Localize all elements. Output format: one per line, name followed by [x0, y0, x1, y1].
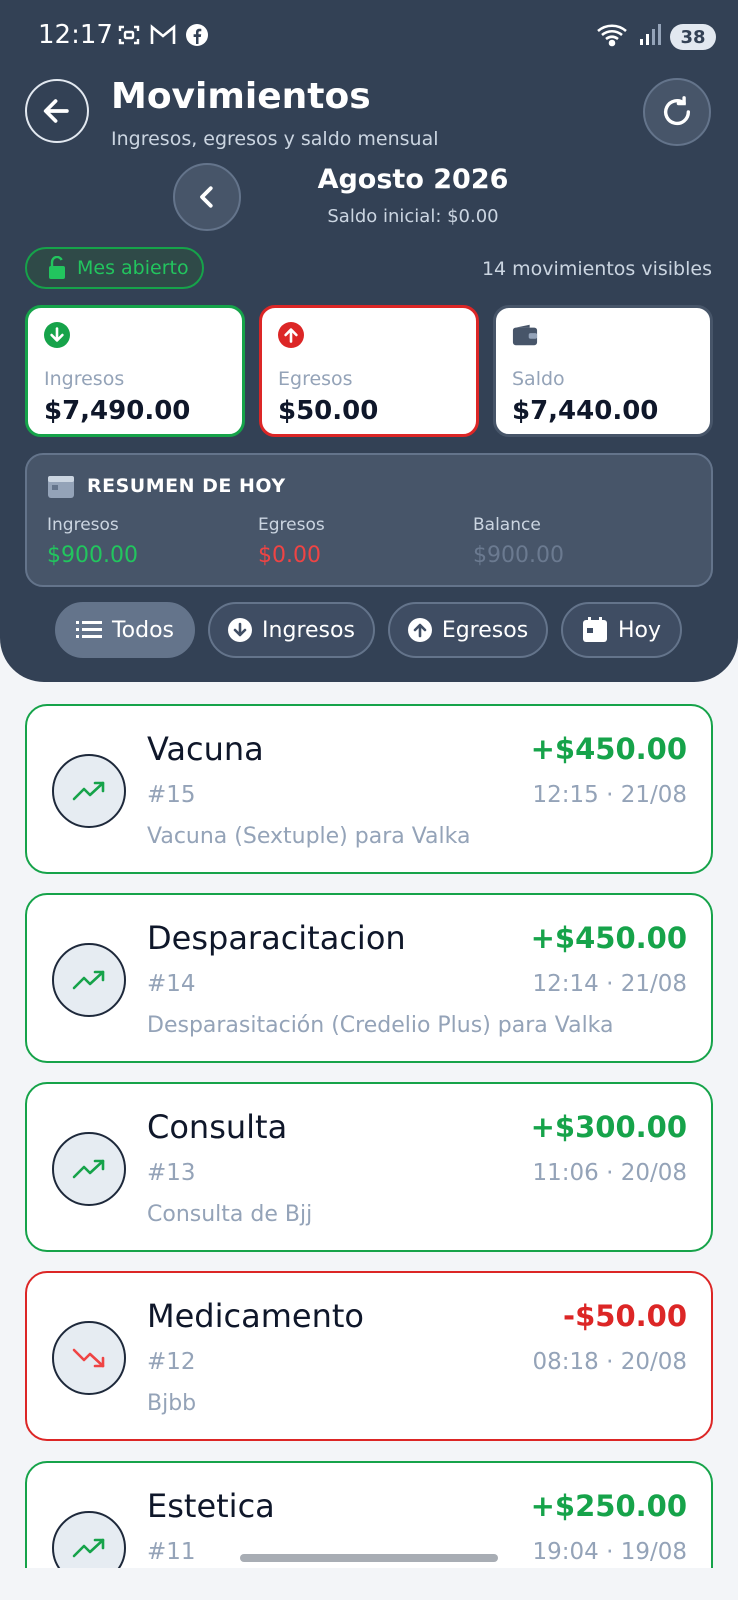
- trend-down-icon: [52, 1321, 126, 1395]
- arrow-up-circle-icon: [278, 322, 304, 348]
- movement-number: #14: [147, 971, 196, 997]
- movement-description: Desparasitación (Credelio Plus) para Val…: [147, 1013, 614, 1038]
- filter-todos-label: Todos: [111, 617, 175, 643]
- facebook-icon: [184, 22, 210, 48]
- egresos-card: Egresos $50.00: [259, 305, 479, 437]
- status-bar: 12:17 38: [0, 0, 738, 74]
- today-title: RESUMEN DE HOY: [87, 475, 286, 497]
- header: 12:17 38 Movimientos Ingresos, egresos y: [0, 0, 738, 682]
- calendar-icon: [582, 617, 607, 642]
- movement-number: #13: [147, 1160, 196, 1186]
- movement-description: Bjbb: [147, 1391, 197, 1416]
- movement-amount: +$300.00: [530, 1110, 687, 1144]
- home-gesture-handle[interactable]: [240, 1554, 498, 1562]
- movement-amount: +$250.00: [530, 1489, 687, 1523]
- filter-ingresos-label: Ingresos: [262, 617, 355, 643]
- today-egresos-label: Egresos: [258, 515, 325, 535]
- movement-description: Vacuna (Sextuple) para Valka: [147, 824, 471, 849]
- today-egresos-value: $0.00: [258, 543, 321, 568]
- month-status-label: Mes abierto: [77, 257, 189, 279]
- egresos-value: $50.00: [278, 396, 379, 426]
- filter-todos[interactable]: Todos: [55, 602, 195, 658]
- arrow-down-circle-icon: [228, 618, 253, 642]
- movement-time: 19:04 · 19/08: [532, 1539, 688, 1565]
- unlock-icon: [49, 256, 65, 279]
- egresos-label: Egresos: [278, 368, 353, 390]
- movement-description: Consulta de Bjj: [147, 1202, 313, 1227]
- battery-indicator: 38: [670, 24, 716, 50]
- gmail-icon: [150, 22, 176, 48]
- month-status-badge: Mes abierto: [25, 247, 204, 289]
- visible-count: 14 movimientos visibles: [481, 258, 712, 280]
- saldo-value: $7,440.00: [512, 396, 659, 426]
- saldo-label: Saldo: [512, 368, 565, 390]
- movement-name: Vacuna: [147, 730, 264, 768]
- movement-name: Estetica: [147, 1487, 275, 1525]
- today-ingresos-value: $900.00: [47, 543, 138, 568]
- movement-item[interactable]: Medicamento -$50.00 #12 08:18 · 20/08 Bj…: [25, 1271, 713, 1441]
- notification-icons: [116, 22, 210, 48]
- arrow-up-circle-icon: [407, 618, 432, 642]
- month-label: Agosto 2026: [317, 164, 509, 195]
- movement-time: 08:18 · 20/08: [532, 1349, 688, 1375]
- ingresos-value: $7,490.00: [44, 396, 191, 426]
- movement-time: 12:15 · 21/08: [532, 782, 688, 808]
- movement-time: 11:06 · 20/08: [532, 1160, 688, 1186]
- today-balance-label: Balance: [473, 515, 541, 535]
- movement-number: #15: [147, 782, 196, 808]
- filter-hoy-label: Hoy: [617, 617, 662, 643]
- trend-up-icon: [52, 943, 126, 1017]
- filter-egresos-label: Egresos: [441, 617, 529, 643]
- page-title: Movimientos: [111, 76, 371, 117]
- today-ingresos-label: Ingresos: [47, 515, 119, 535]
- today-balance: Balance $900.00: [473, 515, 564, 568]
- ingresos-label: Ingresos: [44, 368, 125, 390]
- trend-up-icon: [52, 754, 126, 828]
- movement-name: Medicamento: [147, 1297, 364, 1335]
- movement-amount: +$450.00: [530, 732, 687, 766]
- status-time: 12:17: [38, 20, 113, 50]
- movement-name: Consulta: [147, 1108, 288, 1146]
- system-icons: 38: [596, 22, 716, 52]
- movement-amount: -$50.00: [563, 1299, 687, 1333]
- filter-egresos[interactable]: Egresos: [388, 602, 548, 658]
- filter-hoy[interactable]: Hoy: [561, 602, 682, 658]
- today-summary: RESUMEN DE HOY Ingresos $900.00 Egresos …: [25, 453, 713, 587]
- wallet-icon: [512, 324, 538, 346]
- movement-number: #12: [147, 1349, 196, 1375]
- today-balance-value: $900.00: [473, 543, 564, 568]
- filter-bar: Todos Ingresos Egresos Hoy: [0, 602, 738, 658]
- back-button[interactable]: [25, 79, 89, 143]
- movement-item[interactable]: Desparacitacion +$450.00 #14 12:14 · 21/…: [25, 893, 713, 1063]
- today-header: RESUMEN DE HOY: [47, 473, 286, 499]
- page-subtitle: Ingresos, egresos y saldo mensual: [111, 128, 439, 150]
- movement-amount: +$450.00: [530, 921, 687, 955]
- movement-item[interactable]: Consulta +$300.00 #13 11:06 · 20/08 Cons…: [25, 1082, 713, 1252]
- filter-ingresos[interactable]: Ingresos: [208, 602, 375, 658]
- movement-time: 12:14 · 21/08: [532, 971, 688, 997]
- trend-up-icon: [52, 1132, 126, 1206]
- movement-number: #11: [147, 1539, 196, 1565]
- refresh-button[interactable]: [643, 78, 711, 146]
- movement-item[interactable]: Vacuna +$450.00 #15 12:15 · 21/08 Vacuna…: [25, 704, 713, 874]
- today-egresos: Egresos $0.00: [258, 515, 325, 568]
- wifi-icon: [596, 22, 630, 52]
- calendar-icon: [48, 476, 74, 498]
- arrow-left-icon: [43, 99, 69, 123]
- arrow-down-circle-icon: [44, 322, 70, 348]
- screenshot-icon: [116, 22, 142, 48]
- saldo-inicial: Saldo inicial: $0.00: [327, 206, 499, 227]
- system-nav-bar: [0, 1568, 738, 1600]
- list-icon: [75, 621, 102, 638]
- signal-icon: [638, 23, 662, 51]
- ingresos-card: Ingresos $7,490.00: [25, 305, 245, 437]
- movement-name: Desparacitacion: [147, 919, 406, 957]
- today-ingresos: Ingresos $900.00: [47, 515, 138, 568]
- saldo-card: Saldo $7,440.00: [493, 305, 713, 437]
- refresh-icon: [663, 96, 691, 126]
